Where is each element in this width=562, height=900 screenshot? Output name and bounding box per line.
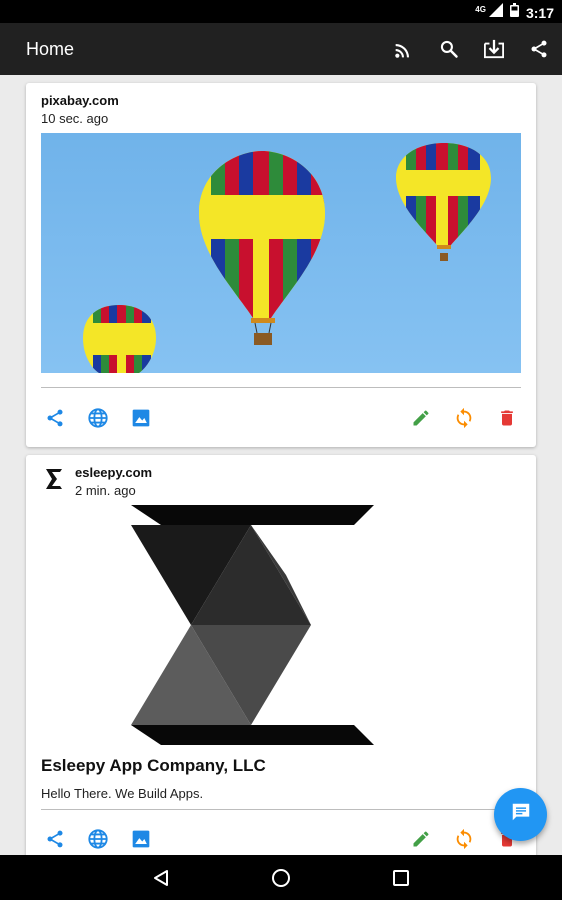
esleepy-logo[interactable] — [126, 505, 376, 745]
post-source: pixabay.com — [41, 93, 119, 108]
status-bar: 4G 3:17 — [0, 0, 562, 23]
post-time: 2 min. ago — [75, 483, 136, 498]
system-nav-bar — [0, 855, 562, 900]
post-card[interactable]: pixabay.com 10 sec. ago — [26, 83, 536, 447]
home-icon[interactable] — [269, 866, 293, 890]
search-icon[interactable] — [436, 36, 462, 62]
post-description: Hello There. We Build Apps. — [41, 786, 204, 801]
image-icon[interactable] — [129, 827, 153, 851]
page-title: Home — [26, 39, 75, 59]
delete-icon[interactable] — [495, 406, 519, 430]
card-divider — [41, 387, 521, 388]
back-icon[interactable] — [149, 866, 173, 890]
app-bar: Home — [0, 23, 562, 75]
share-icon[interactable] — [43, 406, 67, 430]
refresh-icon[interactable] — [452, 827, 476, 851]
network-type: 4G — [475, 4, 486, 14]
post-card[interactable]: esleepy.com 2 min. ago Esleepy App Compa… — [26, 455, 536, 875]
status-icons: 4G 3:17 — [475, 3, 554, 22]
hot-air-balloons-photo[interactable] — [41, 133, 521, 373]
cast-icon[interactable] — [391, 36, 417, 62]
download-icon[interactable] — [481, 36, 507, 62]
post-time: 10 sec. ago — [41, 111, 109, 126]
message-fab-button[interactable] — [494, 788, 547, 841]
card-divider — [41, 809, 521, 810]
post-source: esleepy.com — [75, 465, 153, 480]
battery-icon — [509, 3, 519, 22]
globe-icon[interactable] — [86, 827, 110, 851]
share-icon[interactable] — [43, 827, 67, 851]
edit-icon[interactable] — [409, 827, 433, 851]
image-icon[interactable] — [129, 406, 153, 430]
share-icon[interactable] — [526, 36, 552, 62]
post-title: Esleepy App Company, LLC — [41, 756, 266, 775]
signal-icon — [488, 3, 503, 22]
recents-icon[interactable] — [389, 866, 413, 890]
refresh-icon[interactable] — [452, 406, 476, 430]
clock: 3:17 — [525, 4, 554, 21]
message-icon — [510, 801, 532, 828]
site-favicon — [45, 468, 63, 490]
edit-icon[interactable] — [409, 406, 433, 430]
globe-icon[interactable] — [86, 406, 110, 430]
